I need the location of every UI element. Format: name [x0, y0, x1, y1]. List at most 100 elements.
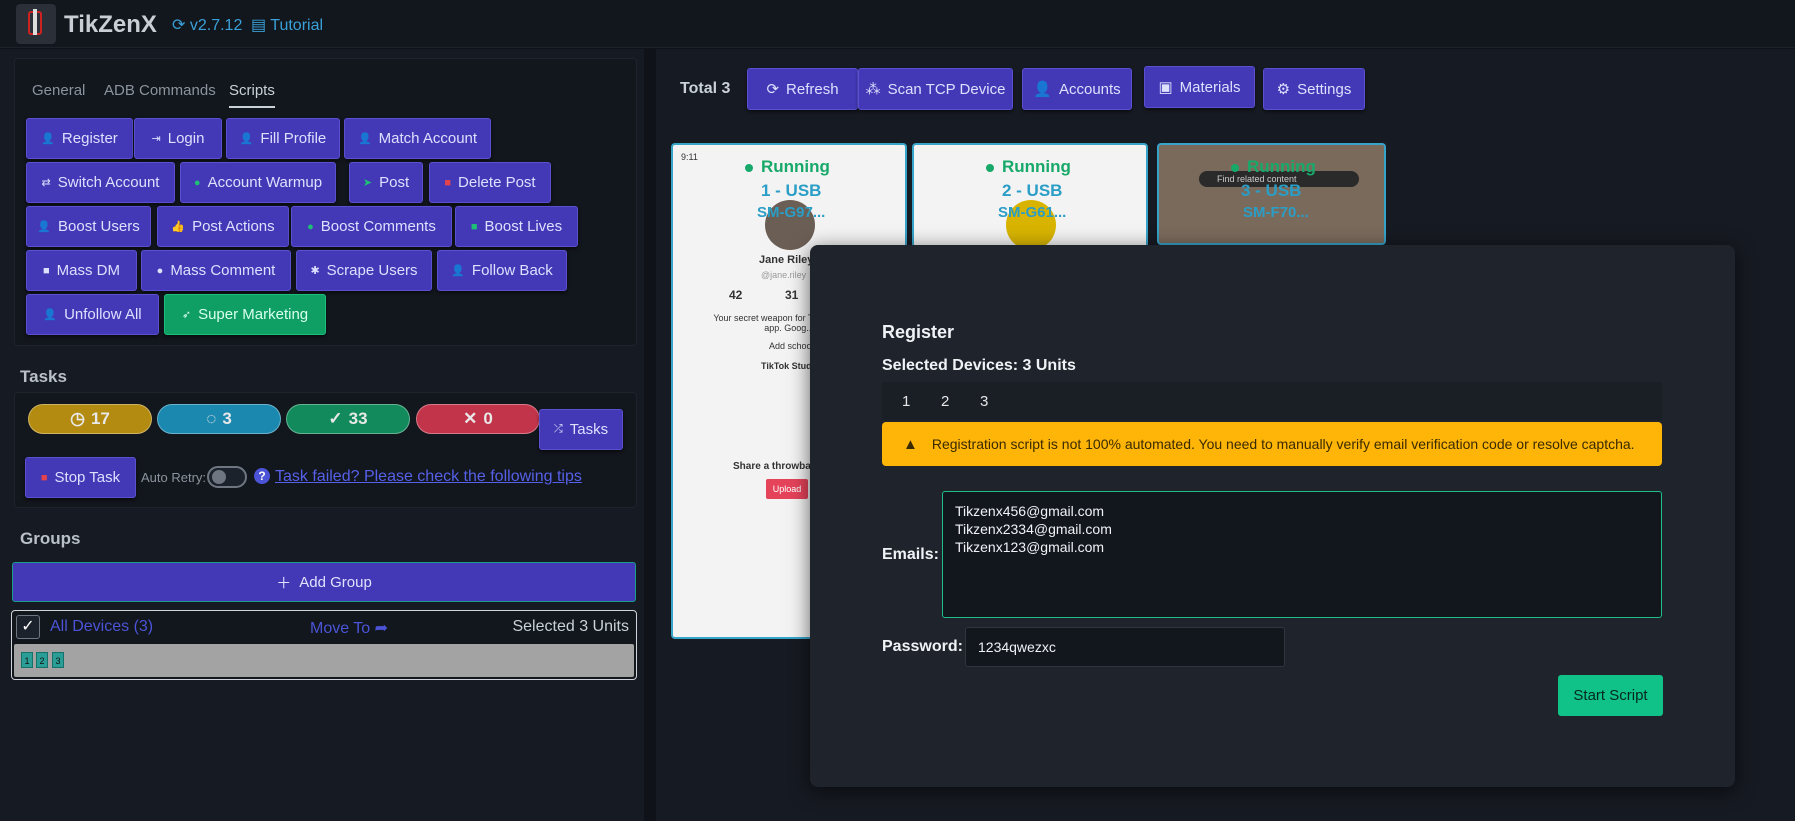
trash-icon: ■ — [444, 176, 452, 189]
mass-comment-button[interactable]: ● Mass Comment — [141, 250, 291, 291]
materials-button[interactable]: ▣ Materials — [1144, 66, 1255, 108]
film-icon: ▣ — [1158, 79, 1173, 96]
plus-icon: ＋ — [276, 574, 292, 592]
document-icon: ▤ — [251, 17, 267, 34]
stop-task-button[interactable]: ■ Stop Task — [25, 457, 136, 498]
question-icon: ? — [254, 468, 270, 484]
delete-post-button[interactable]: ■ Delete Post — [429, 162, 551, 203]
emails-label: Emails: — [882, 546, 939, 563]
refresh-icon: ⟳ — [172, 17, 186, 34]
register-button[interactable]: 👤 Register — [26, 118, 133, 159]
share-arrow-icon: ➦ — [374, 620, 389, 637]
selected-units-text: Selected 3 Units — [512, 618, 629, 635]
failed-count-badge: ✕ 0 — [416, 404, 540, 434]
task-failed-tips-link[interactable]: Task failed? Please check the following … — [275, 468, 582, 486]
boost-comments-button[interactable]: ● Boost Comments — [291, 206, 452, 247]
thumbs-up-icon: 👍 — [171, 221, 186, 233]
all-devices-group[interactable]: All Devices (3) — [50, 618, 153, 636]
user-add-icon: 👤 — [41, 133, 55, 145]
tutorial-link[interactable]: ▤ Tutorial — [251, 15, 323, 35]
unfollow-all-button[interactable]: 👤 Unfollow All — [26, 294, 159, 335]
device-tag: 3 — [980, 393, 989, 410]
selected-devices-bar — [882, 382, 1662, 420]
spider-icon: ✱ — [310, 265, 320, 277]
select-all-checkbox[interactable]: ✓ — [16, 615, 40, 639]
check-icon: ✓ — [328, 409, 343, 428]
warning-icon: ▲ — [903, 435, 918, 453]
groups-heading: Groups — [20, 529, 81, 548]
video-icon: ■ — [470, 220, 478, 233]
post-actions-button[interactable]: 👍 Post Actions — [157, 206, 289, 247]
add-group-button[interactable]: ＋ Add Group — [12, 562, 636, 602]
start-script-button[interactable]: Start Script — [1558, 675, 1663, 716]
stop-icon: ■ — [40, 471, 48, 484]
boost-lives-button[interactable]: ■ Boost Lives — [455, 206, 578, 247]
network-icon: ⁂ — [865, 81, 881, 98]
settings-button[interactable]: ⚙ Settings — [1263, 68, 1365, 110]
tasks-heading: Tasks — [20, 367, 67, 386]
move-to-button[interactable]: Move To ➦ — [310, 618, 388, 638]
switch-icon: ⇄ — [41, 177, 51, 189]
x-icon: ✕ — [463, 409, 478, 428]
post-button[interactable]: ➤ Post — [349, 162, 423, 203]
refresh-icon: ⟳ — [766, 81, 780, 98]
device-card-3[interactable]: Find related content Running 3 - USB SM-… — [1157, 143, 1386, 245]
fill-profile-button[interactable]: 👤 Fill Profile — [226, 118, 340, 159]
gear-icon: ⚙ — [1276, 81, 1291, 98]
emails-field[interactable]: Tikzenx456@gmail.com Tikzenx2334@gmail.c… — [942, 491, 1662, 618]
user-plus-icon: 👤 — [451, 265, 465, 277]
pending-count-badge: ◷ 17 — [28, 404, 152, 434]
device-chip[interactable]: 2 — [36, 652, 48, 668]
users-icon: 👤 — [37, 221, 51, 233]
spinner-icon: ◌ — [206, 409, 217, 428]
scrape-users-button[interactable]: ✱ Scrape Users — [296, 250, 432, 291]
accounts-button[interactable]: 👤 Accounts — [1022, 68, 1132, 110]
total-devices: Total 3 — [680, 80, 731, 97]
comment-icon: ● — [307, 220, 314, 233]
account-warmup-button[interactable]: ● Account Warmup — [180, 162, 336, 203]
switch-account-button[interactable]: ⇄ Switch Account — [26, 162, 175, 203]
user-icon: 👤 — [1033, 81, 1052, 98]
device-chip[interactable]: 3 — [52, 652, 64, 668]
tab-adb-commands[interactable]: ADB Commands — [104, 82, 216, 99]
device-tag: 2 — [941, 393, 950, 410]
warmup-icon: ● — [193, 176, 201, 189]
login-icon: ⇥ — [151, 133, 161, 145]
password-field[interactable] — [965, 627, 1285, 667]
login-button[interactable]: ⇥ Login — [134, 118, 222, 159]
comment-icon: ● — [156, 264, 164, 277]
device-strip — [14, 644, 634, 677]
app-logo — [16, 4, 56, 44]
device-chip[interactable]: 1 — [21, 652, 33, 668]
top-bar: TikZenX ⟳ v2.7.12 ▤ Tutorial — [0, 0, 1795, 48]
tab-general[interactable]: General — [32, 82, 85, 99]
user-minus-icon: 👤 — [43, 309, 58, 321]
app-title: TikZenX — [64, 11, 157, 38]
auto-retry-label: Auto Retry: — [141, 470, 207, 485]
shuffle-icon: ⤮ — [553, 423, 563, 435]
match-account-button[interactable]: 👤 Match Account — [344, 118, 491, 159]
version-link[interactable]: ⟳ v2.7.12 — [172, 15, 242, 35]
auto-retry-toggle[interactable] — [207, 466, 247, 488]
selected-devices-text: Selected Devices: 3 Units — [882, 357, 1076, 374]
boost-users-button[interactable]: 👤 Boost Users — [26, 206, 151, 247]
modal-title: Register — [882, 322, 955, 342]
user-edit-icon: 👤 — [239, 133, 254, 145]
running-count-badge: ◌ 3 — [157, 404, 281, 434]
tab-scripts[interactable]: Scripts — [229, 82, 275, 108]
clock-icon: ◷ — [70, 409, 85, 428]
rocket-icon: ➶ — [181, 309, 192, 321]
follow-back-button[interactable]: 👤 Follow Back — [437, 250, 567, 291]
password-label: Password: — [882, 638, 963, 655]
message-icon: ■ — [43, 264, 50, 277]
device-tag: 1 — [902, 393, 911, 410]
warning-alert: ▲ Registration script is not 100% automat… — [882, 422, 1662, 466]
tasks-button[interactable]: ⤮ Tasks — [539, 409, 623, 450]
mass-dm-button[interactable]: ■ Mass DM — [26, 250, 137, 291]
success-count-badge: ✓ 33 — [286, 404, 410, 434]
send-icon: ➤ — [362, 177, 373, 189]
super-marketing-button[interactable]: ➶ Super Marketing — [164, 294, 326, 335]
refresh-button[interactable]: ⟳ Refresh — [747, 68, 858, 110]
scan-tcp-button[interactable]: ⁂ Scan TCP Device — [858, 68, 1013, 110]
user-match-icon: 👤 — [357, 133, 372, 145]
